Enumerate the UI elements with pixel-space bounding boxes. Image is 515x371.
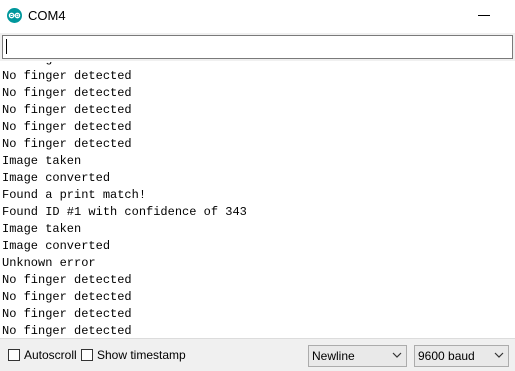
baud-rate-select[interactable]: 9600 baud [414,345,509,367]
show-timestamp-checkbox[interactable] [81,349,93,361]
serial-output[interactable]: No finger detected No finger detected No f… [0,62,515,337]
chevron-down-icon [392,352,402,358]
output-line: No finger detected [2,103,132,117]
output-line: Image converted [2,171,111,185]
status-footer: Autoscroll Show timestamp Newline 9600 b… [0,338,515,371]
title-bar: COM4 [0,0,515,33]
text-caret [6,39,7,54]
autoscroll-label[interactable]: Autoscroll [24,348,77,362]
output-line: No finger detected [2,86,132,100]
output-line: No finger detected [2,273,132,287]
show-timestamp-label[interactable]: Show timestamp [97,348,186,362]
output-line: Image converted [2,239,111,253]
chevron-down-icon [494,352,504,358]
send-bar [0,33,515,61]
baud-rate-value: 9600 baud [418,349,475,363]
output-line: No finger detected [2,69,132,83]
output-line: Found a print match! [2,188,147,202]
output-line: Unknown error [2,256,96,270]
output-line: Image taken [2,154,82,168]
output-line: No finger detected [2,307,132,321]
arduino-logo-icon [7,8,22,23]
minimize-button[interactable] [478,15,490,16]
output-line: No finger detected [2,137,132,151]
output-line: No finger detected [2,290,132,304]
output-line: No finger detected [2,120,132,134]
output-line: Image taken [2,222,82,236]
output-lines: No finger detected No finger detected No f… [2,62,247,337]
output-line: Found ID #1 with confidence of 343 [2,205,247,219]
line-ending-select[interactable]: Newline [308,345,407,367]
serial-send-input[interactable] [2,35,513,59]
output-line: No finger detected [2,324,132,337]
autoscroll-checkbox[interactable] [8,349,20,361]
window-title: COM4 [28,8,66,23]
line-ending-value: Newline [312,349,355,363]
